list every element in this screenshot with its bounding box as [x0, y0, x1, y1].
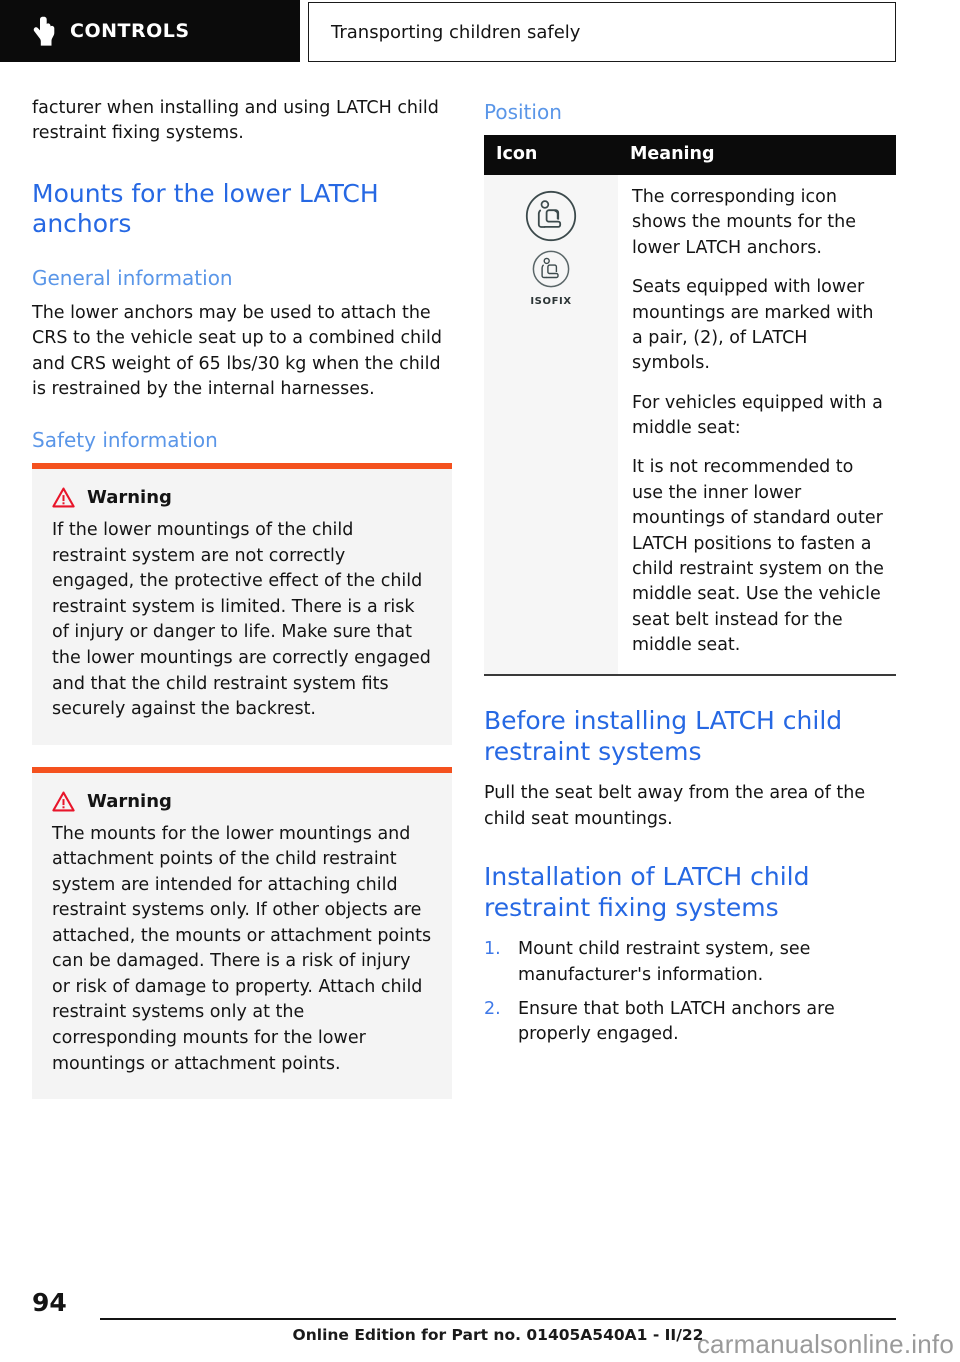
meaning-paragraph-4: It is not recommended to use the inner l…	[632, 457, 884, 655]
warning-box-1-title: Warning	[87, 487, 172, 509]
warning-box-1-text: If the lower mountings of the child rest…	[52, 520, 431, 720]
warning-box-1-header: Warning	[52, 487, 432, 508]
child-seat-isofix-icon	[531, 249, 571, 289]
page-section-title: Transporting children safely	[331, 21, 581, 43]
table-cell-meaning: The corresponding icon shows the mounts …	[618, 175, 896, 675]
heading-position: Position	[484, 100, 562, 124]
continued-paragraph: facturer when installing and using LATCH…	[32, 98, 439, 144]
heading-safety-information: Safety information	[32, 428, 218, 453]
meaning-paragraph-1: The corresponding icon shows the mounts …	[632, 187, 857, 258]
breadcrumb-tab-label: CONTROLS	[70, 20, 190, 42]
meaning-paragraph-2: Seats equipped with lower mountings are …	[632, 277, 874, 374]
heading-installation-latch-fixing-systems: Installation of LATCH child restraint fi…	[484, 862, 810, 922]
table-header-row: Icon Meaning	[484, 135, 896, 175]
pointing-hand-icon	[30, 16, 56, 46]
page-number: 94	[32, 1288, 67, 1317]
list-item: Mount child restraint system, see manufa…	[484, 937, 811, 985]
table-row: ISOFIX The corresponding icon shows the …	[484, 175, 896, 676]
footer-divider	[100, 1318, 896, 1320]
warning-triangle-icon	[52, 487, 75, 508]
warning-box-2-header: Warning	[52, 791, 432, 812]
page-section-title-box: Transporting children safely	[308, 2, 896, 62]
meaning-paragraph-3: For vehicles equipped with a middle seat…	[632, 392, 883, 438]
breadcrumb-tab-controls[interactable]: CONTROLS	[0, 0, 300, 62]
right-column: Position Icon Meaning ISOFIX The corresp…	[484, 96, 904, 1057]
page-header: CONTROLS Transporting children safely	[0, 0, 960, 64]
before-installing-paragraph: Pull the seat belt away from the area of…	[484, 783, 866, 829]
heading-general-information: General information	[32, 265, 233, 290]
heading-before-installing-latch: Before installing LATCH child restraint …	[484, 706, 843, 766]
position-icon-table: Icon Meaning ISOFIX The corresponding ic…	[484, 135, 896, 676]
warning-box-2-text: The mounts for the lower mountings and a…	[52, 823, 432, 1074]
heading-mounts-lower-latch-anchors: Mounts for the lower LATCH anchors	[32, 178, 379, 239]
table-column-header-icon: Icon	[484, 135, 618, 175]
page-footer: 94 Online Edition for Part no. 01405A540…	[0, 1274, 960, 1362]
warning-triangle-icon	[52, 791, 75, 812]
left-column: facturer when installing and using LATCH…	[32, 96, 452, 1121]
warning-box-2: Warning The mounts for the lower mountin…	[32, 766, 452, 1100]
general-information-paragraph: The lower anchors may be used to attach …	[32, 302, 442, 399]
installation-steps-list: Mount child restraint system, see manufa…	[484, 937, 904, 1048]
table-column-header-meaning: Meaning	[618, 135, 896, 175]
watermark-text: carmanualsonline.info	[696, 1329, 954, 1359]
list-item: Ensure that both LATCH anchors are prope…	[484, 997, 835, 1045]
warning-box-1: Warning If the lower mountings of the ch…	[32, 463, 452, 745]
warning-box-2-title: Warning	[87, 790, 172, 812]
icon-stack: ISOFIX	[484, 189, 618, 307]
table-cell-icon: ISOFIX	[484, 175, 618, 676]
isofix-label: ISOFIX	[530, 296, 572, 307]
child-seat-icon-large	[524, 189, 578, 243]
